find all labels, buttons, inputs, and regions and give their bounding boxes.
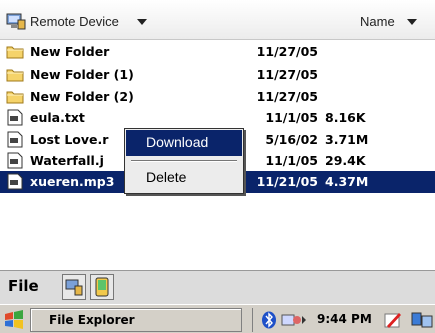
file-size: 4.37M — [325, 174, 369, 189]
file-name: xueren.mp3 — [30, 174, 115, 189]
folder-icon — [6, 66, 24, 83]
remote-device-icon — [65, 279, 83, 296]
file-date: 11/1/05 — [265, 110, 318, 125]
location-label: Remote Device — [30, 13, 119, 29]
location-dropdown[interactable]: Remote Device — [6, 9, 147, 33]
folder-icon — [6, 43, 24, 60]
file-row[interactable]: New Folder (1) 11/27/05 — [0, 64, 435, 86]
file-icon — [6, 131, 24, 148]
taskbar: File Explorer 9:44 PM — [0, 304, 435, 333]
file-size: 29.4K — [325, 153, 366, 168]
file-menu[interactable]: File — [8, 277, 39, 295]
input-pen-icon[interactable] — [383, 311, 403, 329]
file-icon — [6, 109, 24, 126]
file-size: 3.71M — [325, 132, 369, 147]
header-bar: Remote Device Name — [0, 0, 435, 40]
menu-bar: File — [0, 270, 435, 304]
system-tray: 9:44 PM — [252, 308, 435, 332]
file-size: 8.16K — [325, 110, 366, 125]
file-date: 11/27/05 — [256, 89, 318, 104]
file-icon — [6, 173, 24, 190]
file-name: New Folder — [30, 44, 110, 59]
file-name: Waterfall.j — [30, 153, 104, 168]
chevron-down-icon — [136, 19, 147, 25]
sort-dropdown[interactable]: Name — [360, 9, 417, 33]
context-menu: Download Delete — [124, 128, 244, 194]
folder-icon — [6, 88, 24, 105]
file-name: New Folder (1) — [30, 67, 134, 82]
remote-device-icon — [6, 13, 26, 30]
keyboard-icon[interactable] — [411, 311, 433, 329]
local-device-button[interactable] — [90, 274, 114, 300]
file-name: New Folder (2) — [30, 89, 134, 104]
file-row[interactable]: eula.txt 11/1/05 8.16K — [0, 107, 435, 129]
clock[interactable]: 9:44 PM — [317, 312, 372, 326]
pocket-pc-icon — [95, 277, 109, 297]
connection-icon[interactable] — [281, 311, 307, 329]
download-menu-item[interactable]: Download — [126, 130, 242, 156]
file-date: 11/27/05 — [256, 44, 318, 59]
active-app-button[interactable]: File Explorer — [30, 308, 242, 332]
delete-menu-item[interactable]: Delete — [126, 166, 242, 192]
menu-separator — [131, 160, 237, 162]
file-name: eula.txt — [30, 110, 85, 125]
bluetooth-icon[interactable] — [261, 311, 277, 329]
file-date: 11/27/05 — [256, 67, 318, 82]
file-name: Lost Love.r — [30, 132, 109, 147]
windows-start-icon[interactable] — [3, 309, 25, 331]
file-icon — [6, 152, 24, 169]
file-row[interactable]: New Folder 11/27/05 — [0, 41, 435, 63]
file-row[interactable]: New Folder (2) 11/27/05 — [0, 86, 435, 108]
remote-view-button[interactable] — [62, 274, 86, 300]
sort-label: Name — [360, 13, 395, 29]
chevron-down-icon — [406, 19, 417, 25]
